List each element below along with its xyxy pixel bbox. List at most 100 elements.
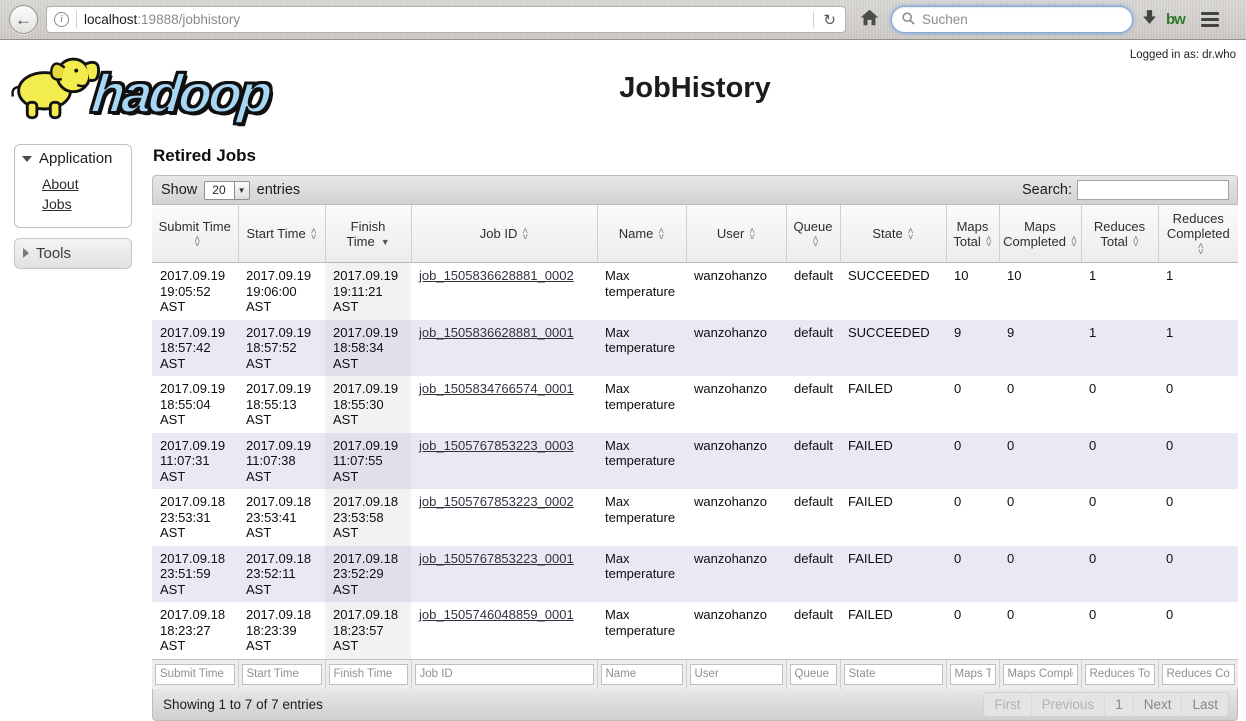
filter-input-maps-completed[interactable] [1002,663,1078,685]
cell-start-time: 2017.09.19 19:06:00 AST [246,268,312,314]
show-label: Show [161,182,198,198]
cell-start-time: 2017.09.19 18:57:52 AST [246,324,312,371]
column-header-start-time[interactable]: Start Time ˄ ˅ [237,205,325,263]
sidebar-item-about[interactable]: About [42,174,125,194]
filter-cell-queue [785,658,840,689]
filter-input-submit-time[interactable] [155,663,235,685]
sort-both-icon: ˄ ˅ [1071,233,1077,251]
url-bar[interactable]: i localhost:19888/jobhistory ↻ [46,6,846,33]
sidebar-section-application[interactable]: Application [15,145,131,172]
filter-input-user[interactable] [689,663,783,685]
cell-maps-total: 0 [954,437,962,453]
sort-both-icon: ˄ ˅ [522,226,529,243]
cell-maps-total: 0 [954,550,962,566]
column-header-maps-total[interactable]: Maps Total ˄ ˅ [945,205,999,263]
column-header-reduces-total[interactable]: Reduces Total ˄ ˅ [1080,205,1158,263]
back-button[interactable]: ← [9,5,38,34]
cell-user: wanzohanzo [694,437,767,453]
url-host: localhost [84,12,138,27]
page-info-icon[interactable]: i [54,12,69,27]
jobs-table: Submit Time ˄ ˅ Start Time ˄ ˅ Finish Time ▼ Job… [152,205,1238,689]
cell-state: SUCCEEDED [848,268,930,283]
table-row: 2017.09.19 11:07:31 AST 2017.09.19 11:07:… [152,432,1238,489]
sidebar-item-jobs[interactable]: Jobs [42,194,125,214]
filter-input-job-id[interactable] [414,663,594,685]
column-header-finish-time[interactable]: Finish Time ▼ [324,205,411,263]
application-links: About Jobs [15,172,131,227]
table-row: 2017.09.18 23:51:59 AST 2017.09.18 23:52:… [152,545,1238,602]
filter-cell-maps-completed [998,658,1081,689]
column-header-queue[interactable]: Queue ˄ ˅ [785,205,840,263]
pagination-next-button[interactable]: Next [1132,692,1182,716]
cell-state: FAILED [848,494,893,509]
filter-cell-maps-total [945,658,999,689]
table-toolbar: Show 20 ▼ entries Search: [152,175,1238,205]
job-id-link[interactable]: job_1505836628881_0002 [419,268,574,283]
pagination-previous-button[interactable]: Previous [1030,692,1105,716]
cell-submit-time: 2017.09.19 11:07:31 AST [160,437,226,484]
filter-input-maps-total[interactable] [949,663,996,685]
cell-start-time: 2017.09.19 11:07:38 AST [246,437,312,484]
browser-search-field[interactable]: Suchen [891,6,1133,33]
download-icon[interactable] [1141,9,1158,31]
search-icon [902,11,915,28]
filter-input-reduces-total[interactable] [1084,663,1155,685]
job-id-link[interactable]: job_1505767853223_0003 [419,438,574,453]
cell-finish-time: 2017.09.19 18:58:34 AST [325,319,411,376]
cell-finish-time: 2017.09.19 19:11:21 AST [325,262,411,320]
divider [813,11,815,28]
job-id-link[interactable]: job_1505836628881_0001 [419,325,574,340]
job-id-link[interactable]: job_1505746048859_0001 [419,607,574,622]
filter-input-state[interactable] [843,663,943,685]
sort-both-icon: ˄ ˅ [194,233,201,251]
hamburger-menu-icon[interactable] [1200,12,1219,27]
addon-bw-icon[interactable]: bw [1166,11,1186,28]
column-header-job-id[interactable]: Job ID ˄ ˅ [410,205,597,263]
column-label: Job ID [479,226,518,241]
cell-reduces-completed: 0 [1166,381,1174,396]
filter-row [152,658,1238,689]
column-header-user[interactable]: User ˄ ˅ [685,205,786,263]
column-label: Start Time [246,226,306,241]
filter-input-finish-time[interactable] [328,663,408,685]
cell-job-id: job_1505767853223_0002 [411,489,597,546]
sidebar-section-tools[interactable]: Tools [14,237,132,269]
chevron-down-icon [22,155,32,162]
job-id-link[interactable]: job_1505767853223_0002 [419,494,574,509]
cell-finish-time: 2017.09.19 18:55:30 AST [325,376,411,433]
pagination-page-1-button[interactable]: 1 [1104,692,1133,716]
filter-input-queue[interactable] [789,663,837,685]
cell-maps-completed: 10 [1007,268,1022,283]
column-header-reduces-completed[interactable]: Reduces Completed ˄ ˅ [1157,205,1238,263]
cell-reduces-completed: 0 [1166,437,1174,453]
column-label: User [716,226,745,241]
page-header: Logged in as: dr.who hadoop JobHistory [0,40,1246,137]
filter-cell-name [596,658,686,689]
cell-maps-completed: 0 [1007,381,1015,396]
table-search-input[interactable] [1077,180,1229,200]
column-header-submit-time[interactable]: Submit Time ˄ ˅ [152,205,238,263]
page-size-select[interactable]: 20 ▼ [204,180,250,200]
cell-queue: default [794,437,834,453]
sort-both-icon: ˄ ˅ [1197,241,1204,258]
pagination-last-button[interactable]: Last [1181,692,1228,716]
column-label: Name [618,226,654,241]
pagination-first-button[interactable]: First [984,693,1030,716]
home-icon[interactable] [860,9,879,31]
cell-maps-total: 0 [954,494,962,509]
column-label: State [872,226,903,241]
job-id-link[interactable]: job_1505767853223_0001 [419,551,574,566]
column-header-name[interactable]: Name ˄ ˅ [596,205,686,263]
cell-state: FAILED [848,550,893,566]
cell-queue: default [794,381,834,396]
job-id-link[interactable]: job_1505834766574_0001 [419,381,574,396]
cell-name: Max temperature [605,550,676,582]
filter-input-reduces-completed[interactable] [1161,663,1235,685]
column-header-maps-completed[interactable]: Maps Completed ˄ ˅ [998,205,1081,263]
reload-icon[interactable]: ↻ [821,11,838,29]
cell-reduces-completed: 1 [1166,268,1174,283]
filter-input-start-time[interactable] [241,663,322,685]
search-placeholder: Suchen [922,12,968,27]
column-header-state[interactable]: State ˄ ˅ [839,205,946,263]
filter-input-name[interactable] [600,663,683,685]
